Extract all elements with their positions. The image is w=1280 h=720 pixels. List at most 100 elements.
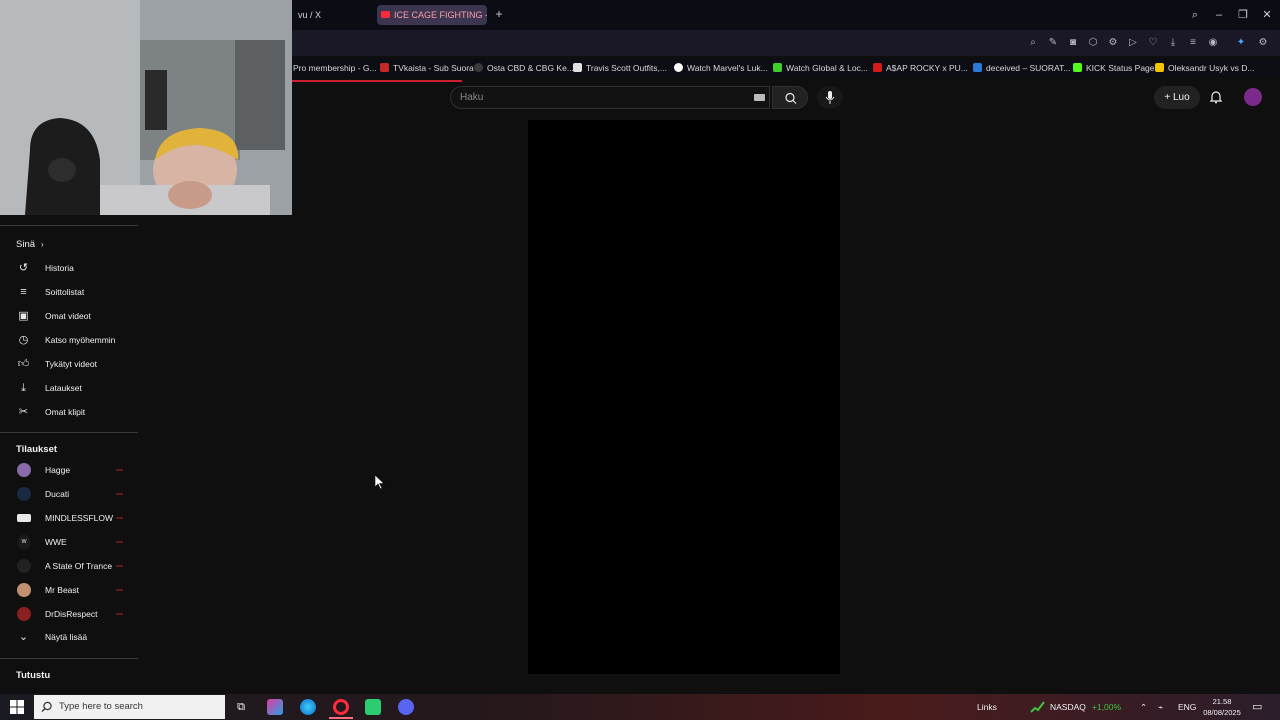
sidebar-show-more[interactable]: ⌄ Näytä lisää bbox=[0, 626, 140, 648]
ai-icon[interactable]: ✦ bbox=[1234, 36, 1248, 50]
restore-icon[interactable]: ❐ bbox=[1235, 8, 1251, 22]
avatar[interactable] bbox=[1244, 88, 1262, 106]
stock-chart-icon bbox=[1030, 701, 1045, 713]
channel-avatar bbox=[17, 487, 31, 501]
sidebar-item-label: Omat videot bbox=[45, 311, 91, 321]
sidebar-item-liked[interactable]: 👍︎ Tykätyt videot bbox=[0, 353, 140, 375]
sidebar-sub-item[interactable]: Mr Beast bbox=[0, 579, 140, 601]
input-language[interactable]: ENG bbox=[1178, 700, 1196, 714]
webcam-feed bbox=[0, 0, 292, 215]
search-icon bbox=[785, 92, 797, 104]
heart-icon[interactable]: ♡ bbox=[1146, 36, 1160, 50]
network-icon[interactable]: ⌁ bbox=[1158, 700, 1163, 714]
edit-icon[interactable]: ✎ bbox=[1046, 36, 1060, 50]
opera-icon[interactable] bbox=[333, 699, 349, 715]
watch-later-icon: ◷ bbox=[18, 334, 29, 346]
notification-center-icon[interactable]: ▭ bbox=[1252, 700, 1262, 714]
bookmark-favicon-icon bbox=[1155, 63, 1164, 72]
live-indicator bbox=[116, 565, 123, 567]
clock[interactable]: 21.58 08/08/2025 bbox=[1202, 696, 1242, 718]
shield-icon[interactable]: ⬡ bbox=[1086, 36, 1100, 50]
sidebar-item-history[interactable]: ↺ Historia bbox=[0, 257, 140, 279]
close-icon[interactable]: ✕ bbox=[1259, 8, 1275, 22]
bookmark-item[interactable]: TVkaista - Sub Suora bbox=[380, 61, 474, 75]
camera-icon[interactable]: ◙ bbox=[1066, 36, 1080, 50]
bookmark-label: Oleksandr Usyk vs D... bbox=[1168, 63, 1255, 73]
taskbar-search-placeholder: Type here to search bbox=[59, 701, 143, 712]
search-button[interactable] bbox=[772, 86, 808, 109]
bookmark-item[interactable]: deceived – SUORAT... bbox=[973, 61, 1070, 75]
video-player[interactable] bbox=[528, 120, 840, 674]
search-input[interactable] bbox=[460, 90, 740, 105]
sidebar-item-label: MINDLESSFLOW bbox=[45, 513, 114, 523]
bookmark-item[interactable]: Travis Scott Outfits,... bbox=[573, 61, 667, 75]
clock-date: 08/08/2025 bbox=[1203, 708, 1241, 717]
sidebar-divider bbox=[0, 432, 138, 433]
edge-icon[interactable] bbox=[300, 699, 316, 715]
subscriptions-header[interactable]: Tilaukset bbox=[16, 444, 57, 455]
live-indicator bbox=[116, 493, 123, 495]
sidebar-sub-item[interactable]: Hagge bbox=[0, 459, 140, 481]
settings-icon[interactable]: ⚙ bbox=[1256, 36, 1270, 50]
bookmark-item[interactable]: Osta CBD & CBG Ke... bbox=[474, 61, 574, 75]
sidebar-item-downloads[interactable]: ⤓ Lataukset bbox=[0, 377, 140, 399]
sidebar-sub-item[interactable]: MINDLESSFLOW bbox=[0, 507, 140, 529]
sidebar-item-label: Soittolistat bbox=[45, 287, 85, 297]
extension-icon[interactable]: ⚙ bbox=[1106, 36, 1120, 50]
task-view-icon[interactable]: ⧉ bbox=[233, 699, 249, 715]
tab-search-icon[interactable]: ⌕ bbox=[1187, 8, 1203, 22]
links-toolbar[interactable]: Links bbox=[977, 700, 997, 714]
bookmark-item[interactable]: KICK Status Page bbox=[1073, 61, 1155, 75]
sidebar-you-header[interactable]: Sinä › bbox=[16, 239, 44, 250]
sidebar-item-label: Katso myöhemmin bbox=[45, 335, 116, 345]
discord-icon[interactable] bbox=[398, 699, 414, 715]
sidebar-item-watch-later[interactable]: ◷ Katso myöhemmin bbox=[0, 329, 140, 351]
menu-icon[interactable]: ≡ bbox=[1186, 36, 1200, 50]
sidebar-item-label: A State Of Trance bbox=[45, 561, 113, 571]
bookmark-item[interactable]: Oleksandr Usyk vs D... bbox=[1155, 61, 1254, 75]
sidebar-item-label: Omat klipit bbox=[45, 407, 86, 417]
clips-icon: ✂ bbox=[18, 406, 29, 418]
tray-overflow-icon[interactable]: ⌃ bbox=[1140, 700, 1147, 714]
tab-youtube-active[interactable]: ICE CAGE FIGHTING - bbox=[377, 5, 487, 25]
your-videos-icon: ▣ bbox=[18, 310, 29, 322]
keyboard-icon[interactable] bbox=[754, 94, 765, 101]
app-icon[interactable] bbox=[365, 699, 381, 715]
tab-x[interactable]: vu / X bbox=[292, 5, 372, 25]
sidebar-item-your-videos[interactable]: ▣ Omat videot bbox=[0, 305, 140, 327]
history-icon: ↺ bbox=[18, 262, 29, 274]
mic-icon bbox=[825, 91, 835, 104]
stock-ticker[interactable]: NASDAQ bbox=[1050, 700, 1086, 714]
bookmark-favicon-icon bbox=[973, 63, 982, 72]
play-icon[interactable]: ▷ bbox=[1126, 36, 1140, 50]
sidebar-item-label: Näytä lisää bbox=[45, 632, 88, 642]
create-button[interactable]: + Luo bbox=[1154, 86, 1200, 109]
live-indicator bbox=[116, 613, 123, 615]
bookmark-favicon-icon bbox=[674, 63, 683, 72]
voice-search-button[interactable] bbox=[817, 86, 843, 109]
bookmark-item[interactable]: Pro membership - G... bbox=[293, 61, 377, 75]
sidebar-sub-item[interactable]: w WWE bbox=[0, 531, 140, 553]
bookmark-favicon-icon bbox=[1073, 63, 1082, 72]
sidebar-sub-item[interactable]: DrDisRespect bbox=[0, 603, 140, 625]
new-tab-icon[interactable]: + bbox=[493, 8, 505, 20]
notifications-bell-icon[interactable] bbox=[1208, 89, 1224, 105]
copilot-icon[interactable] bbox=[267, 699, 283, 715]
minimize-icon[interactable]: – bbox=[1211, 8, 1227, 22]
windows-start-icon[interactable] bbox=[10, 700, 24, 714]
download-icon[interactable]: ⤓ bbox=[1166, 36, 1180, 50]
live-indicator bbox=[116, 517, 123, 519]
sidebar-sub-item[interactable]: Ducati bbox=[0, 483, 140, 505]
sidebar-item-clips[interactable]: ✂ Omat klipit bbox=[0, 401, 140, 423]
bookmark-label: deceived – SUORAT... bbox=[986, 63, 1071, 73]
search-icon bbox=[41, 701, 52, 712]
profile-icon[interactable]: ◉ bbox=[1206, 36, 1220, 50]
chevron-down-icon: ⌄ bbox=[18, 631, 29, 643]
bookmark-item[interactable]: Watch Marvel's Luk... bbox=[674, 61, 768, 75]
bookmark-item[interactable]: Watch Global & Loc... bbox=[773, 61, 868, 75]
sidebar-item-label: WWE bbox=[45, 537, 67, 547]
bookmark-item[interactable]: A$AP ROCKY x PU... bbox=[873, 61, 968, 75]
sidebar-sub-item[interactable]: A State Of Trance bbox=[0, 555, 140, 577]
sidebar-item-playlists[interactable]: ≡ Soittolistat bbox=[0, 281, 140, 303]
zoom-icon[interactable]: ⌕ bbox=[1026, 36, 1040, 50]
